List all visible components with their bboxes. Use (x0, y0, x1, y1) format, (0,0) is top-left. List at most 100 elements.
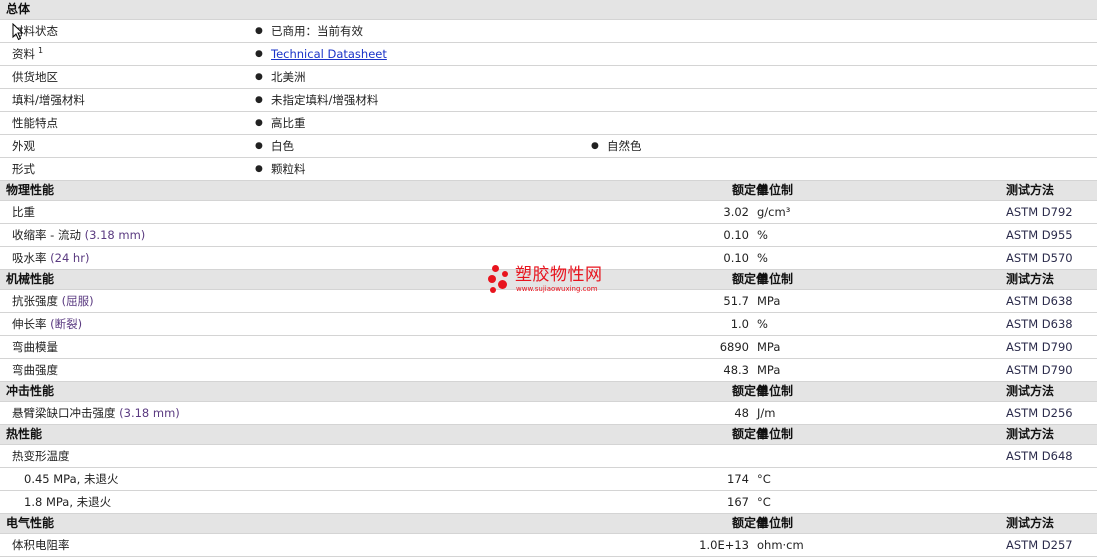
general-row: 形式 ● 颗粒料 (0, 158, 1097, 181)
property-name: 体积电阻率 (12, 538, 70, 552)
property-condition: (24 hr) (50, 251, 90, 265)
datasheet-link[interactable]: Technical Datasheet (271, 43, 387, 65)
general-row: 外观 ● 白色 ● 自然色 (0, 135, 1097, 158)
property-name: 比重 (12, 205, 35, 219)
section-header: 冲击性能 额定值 单位制 测试方法 (0, 382, 1097, 402)
bullet-icon: ● (255, 141, 263, 151)
section-header: 热性能 额定值 单位制 测试方法 (0, 425, 1097, 445)
general-row-value: 自然色 (607, 139, 642, 153)
bullet-icon: ● (255, 26, 263, 36)
property-value: 6890 (719, 340, 749, 354)
property-name: 吸水率 (12, 251, 47, 265)
general-row-value: 未指定填料/增强材料 (271, 93, 379, 107)
general-label-text: 性能特点 (12, 116, 58, 130)
property-value: 48 (734, 406, 749, 420)
column-header-test: 测试方法 (1006, 384, 1055, 398)
general-row: 填料/增强材料 ● 未指定填料/增强材料 (0, 89, 1097, 112)
mouse-cursor-icon (12, 23, 24, 41)
bullet-icon: ● (255, 118, 263, 128)
general-row-label: 形式 (12, 158, 35, 180)
section-title: 电气性能 (6, 516, 55, 530)
general-row-value: 高比重 (271, 116, 306, 130)
property-test-method: ASTM D790 (1006, 340, 1073, 354)
property-row: 伸长率 (断裂) 1.0% ASTM D638 (0, 313, 1097, 336)
general-label-text: 填料/增强材料 (12, 93, 85, 107)
property-label: 收缩率 - 流动 (3.18 mm) (12, 224, 145, 246)
section-header: 物理性能 额定值 单位制 测试方法 (0, 181, 1097, 201)
property-test-method: ASTM D648 (1006, 449, 1073, 463)
property-test-method: ASTM D256 (1006, 406, 1073, 420)
column-header-test: 测试方法 (1006, 272, 1055, 286)
column-header-unit: 单位制 (757, 183, 794, 197)
property-name: 热变形温度 (12, 449, 70, 463)
property-value: 167 (727, 495, 749, 509)
property-test-method: ASTM D570 (1006, 251, 1073, 265)
property-test-method: ASTM D792 (1006, 205, 1073, 219)
property-unit: °C (757, 495, 771, 509)
property-name: 弯曲模量 (12, 340, 58, 354)
property-unit: % (757, 251, 768, 265)
property-value: 0.10 (723, 251, 749, 265)
bullet-icon: ● (255, 72, 263, 82)
property-name: 弯曲强度 (12, 363, 58, 377)
property-label: 悬臂梁缺口冲击强度 (3.18 mm) (12, 402, 180, 424)
property-unit: g/cm³ (757, 205, 791, 219)
property-condition: (屈服) (61, 294, 94, 308)
property-label: 弯曲强度 (12, 359, 58, 381)
property-unit: MPa (757, 294, 781, 308)
property-name: 悬臂梁缺口冲击强度 (12, 406, 116, 420)
column-header-unit: 单位制 (757, 272, 794, 286)
property-row: 弯曲强度 48.3 MPa ASTM D790 (0, 359, 1097, 382)
general-row-label: 填料/增强材料 (12, 89, 85, 111)
property-value: 0.10 (723, 228, 749, 242)
general-row-label: 资料 1 (12, 43, 43, 65)
column-header-test: 测试方法 (1006, 183, 1055, 197)
property-value: 1.0E+13 (699, 538, 749, 552)
property-row: 热变形温度 ASTM D648 (0, 445, 1097, 468)
property-row: 体积电阻率 1.0E+13 ohm·cm ASTM D257 (0, 534, 1097, 557)
property-condition: (3.18 mm) (84, 228, 146, 242)
footnote-marker: 1 (38, 46, 44, 55)
watermark-logo: 塑胶物性网 www.sujiaowuxing.com (486, 263, 626, 299)
column-header-test: 测试方法 (1006, 427, 1055, 441)
property-name: 抗张强度 (12, 294, 58, 308)
column-header-test: 测试方法 (1006, 516, 1055, 530)
column-header-unit: 单位制 (757, 516, 794, 530)
general-row: 性能特点 ● 高比重 (0, 112, 1097, 135)
bullet-icon: ● (255, 95, 263, 105)
property-unit: MPa (757, 340, 781, 354)
general-row-value: 颗粒料 (271, 162, 306, 176)
property-value: 1.0 (730, 317, 749, 331)
general-row: 供货地区 ● 北美洲 (0, 66, 1097, 89)
property-name: 伸长率 (12, 317, 47, 331)
general-row-value: 北美洲 (271, 70, 306, 84)
property-row: 收缩率 - 流动 (3.18 mm) 0.10% ASTM D955 (0, 224, 1097, 247)
watermark-text: 塑胶物性网 (515, 265, 603, 285)
column-header-unit: 单位制 (757, 384, 794, 398)
property-name: 收缩率 - 流动 (12, 228, 81, 242)
section-title: 冲击性能 (6, 384, 55, 398)
property-test-method: ASTM D955 (1006, 228, 1073, 242)
property-condition: (断裂) (50, 317, 83, 331)
general-row: 材料状态 ● 已商用：当前有效 (0, 20, 1097, 43)
general-label-text: 资料 (12, 47, 35, 61)
property-test-method: ASTM D638 (1006, 317, 1073, 331)
general-row: 资料 1 ● Technical Datasheet (0, 43, 1097, 66)
general-label-text: 外观 (12, 139, 35, 153)
property-row: 弯曲模量 6890 MPa ASTM D790 (0, 336, 1097, 359)
general-row-value: 已商用：当前有效 (271, 24, 363, 38)
property-label: 吸水率 (24 hr) (12, 247, 89, 269)
property-unit: J/m (757, 406, 776, 420)
property-label: 比重 (12, 201, 35, 223)
column-header-unit: 单位制 (757, 427, 794, 441)
property-unit: % (757, 228, 768, 242)
property-test-method: ASTM D257 (1006, 538, 1073, 552)
property-label: 热变形温度 (12, 445, 70, 467)
property-unit: MPa (757, 363, 781, 377)
section-title: 机械性能 (6, 272, 55, 286)
property-unit: °C (757, 472, 771, 486)
property-value: 51.7 (723, 294, 749, 308)
watermark-url: www.sujiaowuxing.com (516, 285, 598, 293)
property-test-method: ASTM D790 (1006, 363, 1073, 377)
property-label: 伸长率 (断裂) (12, 313, 82, 335)
